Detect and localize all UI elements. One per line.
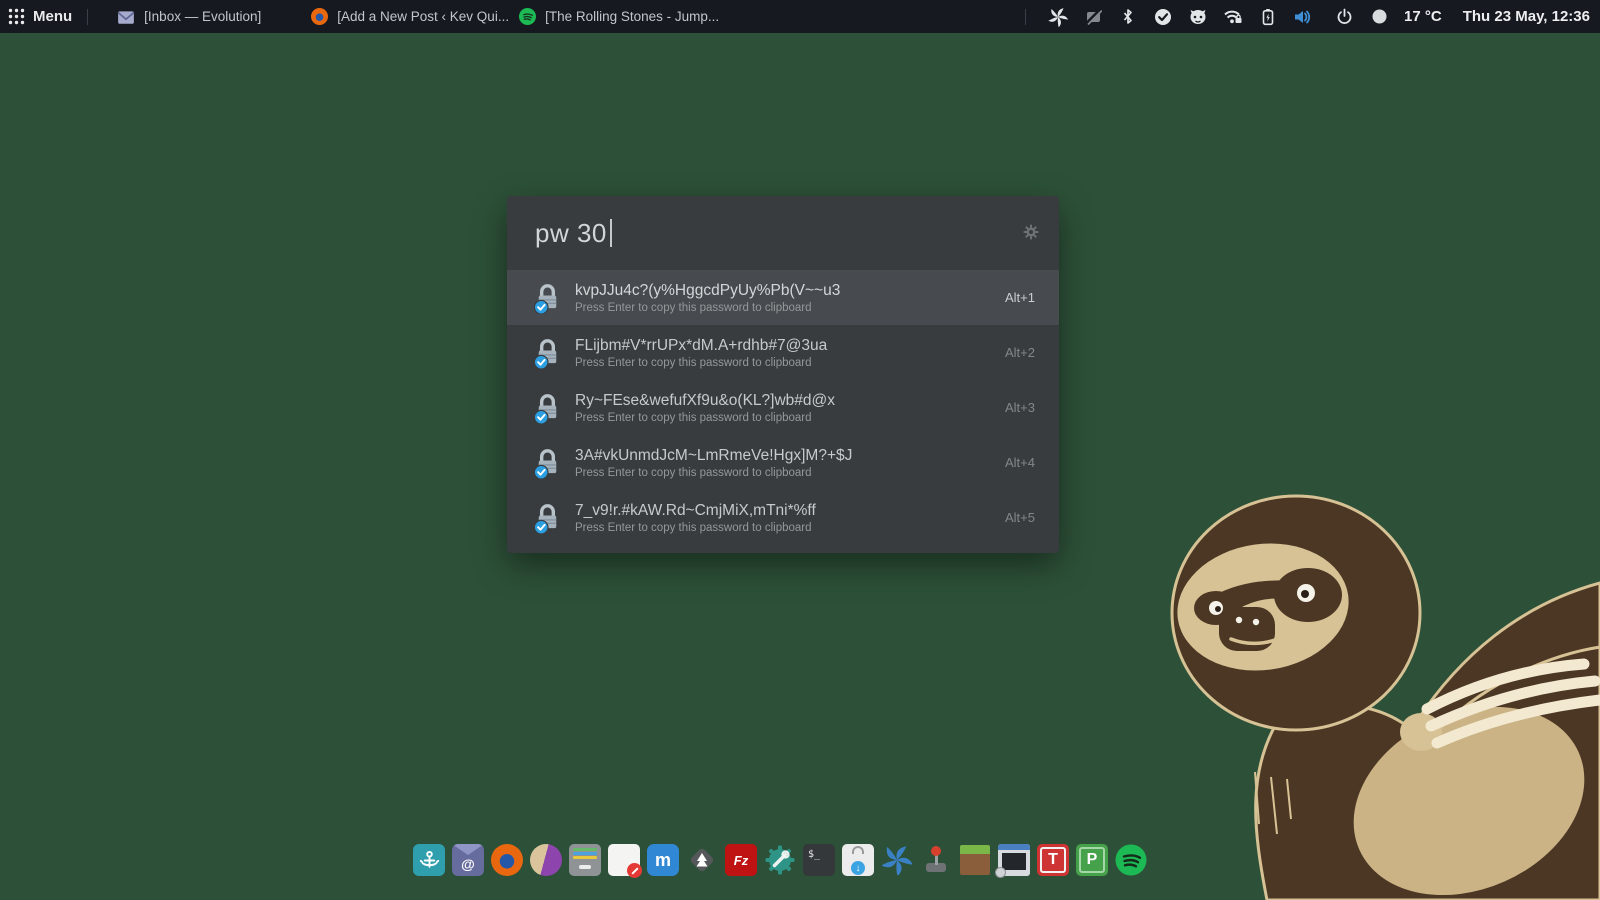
search-query-text: pw 30 [535,218,607,249]
password-lock-icon [531,446,564,479]
music-player-icon[interactable] [530,844,562,876]
password-lock-icon [531,391,564,424]
panel-separator [1025,9,1026,25]
window-title: [Inbox — Evolution] [144,9,261,24]
evolution-mail-icon[interactable]: @ [452,844,484,876]
password-result-row[interactable]: 3A#vkUnmdJcM~LmRmeVe!Hgx]M?+$J Press Ent… [507,435,1059,490]
sloth-nostril [1253,619,1259,625]
generated-password-text: Ry~FEse&wefufXf9u&o(KL?]wb#d@x [575,392,835,410]
result-hint-text: Press Enter to copy this password to cli… [575,357,827,369]
password-lock-icon [531,281,564,314]
inkscape-icon[interactable] [686,844,718,876]
result-shortcut-label: Alt+4 [995,455,1035,470]
bluetooth-icon[interactable] [1118,7,1138,27]
red-t-app-icon[interactable]: T [1037,844,1069,876]
app-launcher-window: pw 30 [507,196,1059,553]
software-store-icon[interactable]: ↓ [842,844,874,876]
photos-swirl-icon[interactable] [881,844,913,876]
sloth-wallpaper-illustration [1159,489,1600,900]
mastodon-icon[interactable]: m [647,844,679,876]
shutter-swirl-icon[interactable] [1048,7,1068,27]
window-title: [Add a New Post ‹ Kev Qui... [337,9,509,24]
generated-password-text: kvpJJu4c?(y%HggcdPyUy%Pb(V~~u3 [575,282,840,300]
slashed-indicator-icon[interactable] [1083,7,1103,27]
package-tools-gear-icon[interactable] [764,844,796,876]
applications-menu-button[interactable]: Menu [8,8,72,25]
firefox-icon[interactable] [491,844,523,876]
redshift-sun-icon[interactable] [1369,7,1389,27]
power-icon[interactable] [1334,7,1354,27]
password-result-row[interactable]: 7_v9!r.#kAW.Rd~CmjMiX,mTni*%ff Press Ent… [507,490,1059,545]
firefox-icon [311,8,328,25]
result-shortcut-label: Alt+5 [995,510,1035,525]
menu-label: Menu [33,8,72,25]
text-cursor [610,219,612,247]
generated-password-text: 3A#vkUnmdJcM~LmRmeVe!Hgx]M?+$J [575,447,852,465]
filezilla-icon[interactable]: Fz [725,844,757,876]
result-hint-text: Press Enter to copy this password to cli… [575,467,852,479]
app-grid-icon [8,8,25,25]
window-button-evolution[interactable]: [Inbox — Evolution] [117,9,261,25]
emulator-window-icon[interactable] [998,844,1030,876]
at-glyph: @ [461,856,475,872]
generated-password-text: 7_v9!r.#kAW.Rd~CmjMiX,mTni*%ff [575,502,816,520]
green-p-app-icon[interactable]: P [1076,844,1108,876]
spotify-icon [519,8,536,25]
dock: @ m Fz [413,844,1147,876]
wifi-secure-icon[interactable] [1223,7,1243,27]
password-result-row[interactable]: FLijbm#V*rrUPx*dM.A+rdhb#7@3ua Press Ent… [507,325,1059,380]
result-hint-text: Press Enter to copy this password to cli… [575,522,816,534]
panel-left-section: Menu [Inbox — Evolution] [Add a New Post… [0,8,719,25]
window-button-spotify[interactable]: [The Rolling Stones - Jump... [519,8,719,25]
generated-password-text: FLijbm#V*rrUPx*dM.A+rdhb#7@3ua [575,337,827,355]
launcher-search-field[interactable]: pw 30 [507,196,1059,270]
document-editor-icon[interactable] [608,844,640,876]
octocat-icon[interactable] [1188,7,1208,27]
sloth-nostril [1236,617,1242,623]
temperature-indicator[interactable]: 17 °C [1404,8,1442,25]
top-panel: Menu [Inbox — Evolution] [Add a New Post… [0,0,1600,33]
panel-separator [87,9,88,25]
edit-pencil-badge [627,863,642,878]
password-lock-icon [531,336,564,369]
volume-icon[interactable] [1293,7,1313,27]
result-shortcut-label: Alt+2 [995,345,1035,360]
file-cabinet-icon[interactable] [569,844,601,876]
result-shortcut-label: Alt+3 [995,400,1035,415]
anchor-app-icon[interactable] [413,844,445,876]
joystick-icon[interactable] [920,844,952,876]
download-arrow-badge: ↓ [851,861,865,875]
panel-right-section: 17 °C Thu 23 May, 12:36 [1018,7,1600,27]
updates-check-icon[interactable] [1153,7,1173,27]
window-title: [The Rolling Stones - Jump... [545,9,719,24]
terminal-icon[interactable]: $_ [803,844,835,876]
password-result-row[interactable]: Ry~FEse&wefufXf9u&o(KL?]wb#d@x Press Ent… [507,380,1059,435]
panel-clock[interactable]: Thu 23 May, 12:36 [1457,8,1590,25]
minecraft-icon[interactable] [959,844,991,876]
battery-charging-icon[interactable] [1258,7,1278,27]
spotify-icon[interactable] [1115,844,1147,876]
evolution-mail-icon [117,9,135,25]
password-result-row[interactable]: kvpJJu4c?(y%HggcdPyUy%Pb(V~~u3 Press Ent… [507,270,1059,325]
window-button-firefox[interactable]: [Add a New Post ‹ Kev Qui... [311,8,509,25]
result-shortcut-label: Alt+1 [995,290,1035,305]
launcher-settings-gear-icon[interactable] [1023,224,1039,245]
result-hint-text: Press Enter to copy this password to cli… [575,302,840,314]
result-hint-text: Press Enter to copy this password to cli… [575,412,835,424]
password-lock-icon [531,501,564,534]
